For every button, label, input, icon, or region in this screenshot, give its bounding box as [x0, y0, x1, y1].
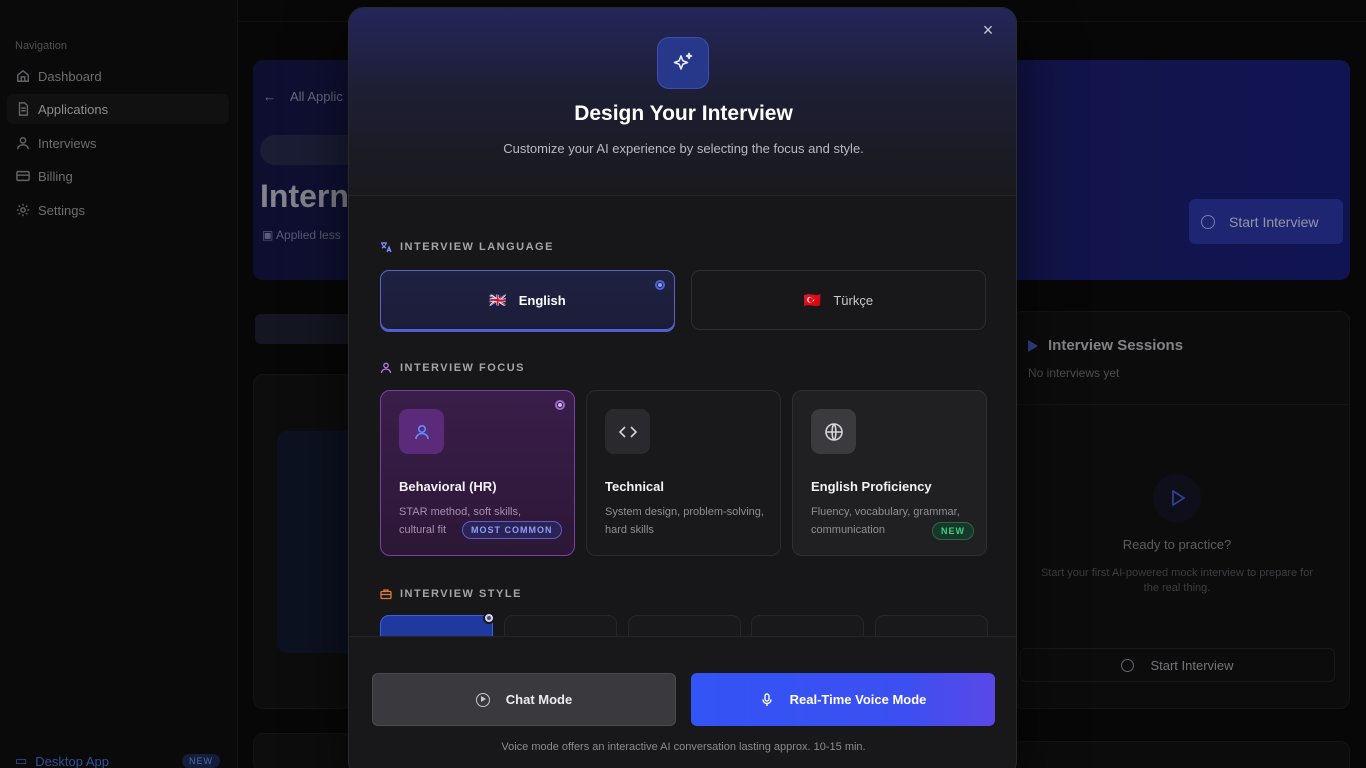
voice-mode-button[interactable]: Real-Time Voice Mode — [691, 673, 995, 726]
microphone-icon — [761, 692, 772, 706]
focus-description: System design, problem-solving, hard ski… — [605, 506, 764, 536]
chat-mode-button[interactable]: Chat Mode — [372, 673, 676, 726]
focus-option-technical[interactable]: Technical System design, problem-solving… — [586, 390, 781, 556]
briefcase-icon — [380, 589, 392, 600]
turkey-flag-icon: 🇹🇷 — [803, 291, 822, 308]
section-label-text: INTERVIEW STYLE — [400, 588, 522, 600]
focus-option-behavioral[interactable]: Behavioral (HR) STAR method, soft skills… — [380, 390, 575, 556]
new-badge: NEW — [932, 522, 974, 540]
play-icon — [475, 692, 490, 707]
focus-title: English Proficiency — [811, 479, 932, 494]
uk-flag-icon: 🇬🇧 — [489, 291, 507, 308]
section-label-style: INTERVIEW STYLE — [380, 588, 522, 600]
focus-option-english-proficiency[interactable]: English Proficiency Fluency, vocabulary,… — [792, 390, 987, 556]
user-icon — [399, 409, 444, 454]
selected-indicator — [655, 280, 665, 290]
code-icon — [605, 409, 650, 454]
language-option-english[interactable]: 🇬🇧 English — [380, 270, 675, 330]
most-common-badge: MOST COMMON — [462, 521, 562, 539]
globe-icon — [811, 409, 856, 454]
language-label: English — [518, 292, 566, 308]
user-icon — [380, 362, 392, 374]
modal-subtitle: Customize your AI experience by selectin… — [503, 141, 864, 156]
translate-icon — [381, 242, 392, 253]
section-label-text: INTERVIEW LANGUAGE — [400, 241, 554, 253]
selected-indicator — [555, 400, 565, 410]
language-option-turkce[interactable]: 🇹🇷 Türkçe — [691, 270, 986, 330]
footer-note: Voice mode offers an interactive AI conv… — [501, 741, 866, 753]
focus-title: Behavioral (HR) — [399, 479, 497, 494]
chat-mode-label: Chat Mode — [505, 692, 573, 707]
section-label-language: INTERVIEW LANGUAGE — [380, 241, 554, 253]
voice-mode-label: Real-Time Voice Mode — [789, 692, 927, 707]
sparkle-icon — [657, 37, 709, 89]
close-icon[interactable]: × — [978, 20, 998, 40]
focus-title: Technical — [605, 479, 665, 494]
language-label: Türkçe — [833, 292, 874, 308]
modal-title: Design Your Interview — [574, 102, 793, 125]
section-label-text: INTERVIEW FOCUS — [400, 362, 525, 374]
section-label-focus: INTERVIEW FOCUS — [380, 362, 525, 374]
design-interview-modal: × Design Your Interview Customize your A… — [348, 7, 1017, 768]
selected-indicator — [483, 612, 495, 624]
